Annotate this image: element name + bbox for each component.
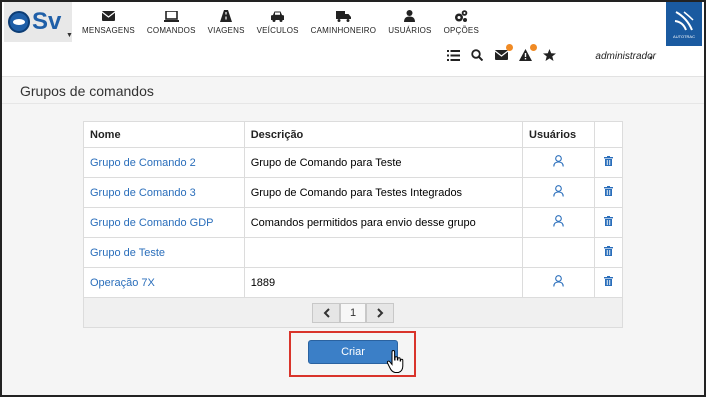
logo-caret-icon: ▼ <box>66 32 73 39</box>
trash-icon[interactable] <box>603 216 613 226</box>
notification-badge <box>530 44 537 51</box>
group-name-link[interactable]: Grupo de Teste <box>83 237 245 268</box>
command-groups-table: Nome Descrição Usuários Grupo de Comando… <box>83 121 624 298</box>
trash-icon[interactable] <box>603 186 613 196</box>
laptop-icon <box>163 9 179 23</box>
delete-cell <box>593 267 624 298</box>
delete-cell <box>593 237 624 268</box>
trash-icon[interactable] <box>603 246 613 256</box>
nav-label: VEÍCULOS <box>256 26 299 35</box>
users-cell <box>522 267 595 298</box>
main-nav: MENSAGENS COMANDOS VIAGENS VEÍCULOS CAMI… <box>76 2 485 42</box>
road-icon <box>220 9 233 23</box>
star-icon[interactable] <box>542 48 556 62</box>
create-button[interactable]: Criar <box>308 340 398 364</box>
nav-label: MENSAGENS <box>82 26 135 35</box>
nav-label: OPÇÕES <box>443 26 480 35</box>
column-header-name[interactable]: Nome <box>83 121 245 148</box>
group-description: 1889 <box>243 267 524 298</box>
column-header-actions <box>593 121 624 148</box>
users-cell <box>522 147 595 178</box>
search-icon[interactable] <box>470 48 484 62</box>
nav-veiculos[interactable]: VEÍCULOS <box>251 2 305 42</box>
group-description: Grupo de Comando para Teste <box>243 147 524 178</box>
pagination: 1 <box>83 298 623 328</box>
nav-label: USUÁRIOS <box>388 26 432 35</box>
table-row: Grupo de Teste <box>83 237 624 268</box>
envelope-icon <box>101 9 115 23</box>
delete-cell <box>593 147 624 178</box>
column-header-users[interactable]: Usuários <box>522 121 595 148</box>
users-icon[interactable] <box>553 215 564 227</box>
users-cell <box>522 177 595 208</box>
nav-usuarios[interactable]: USUÁRIOS <box>382 2 437 42</box>
nav-opcoes[interactable]: OPÇÕES <box>438 2 485 42</box>
messages-icon[interactable] <box>494 44 513 62</box>
user-icon <box>404 9 416 23</box>
group-description: Grupo de Comando para Testes Integrados <box>243 177 524 208</box>
group-description: Comandos permitidos para envio desse gru… <box>243 207 524 238</box>
users-icon[interactable] <box>553 185 564 197</box>
hand-cursor-icon <box>386 350 404 373</box>
command-groups-table-container: Nome Descrição Usuários Grupo de Comando… <box>83 121 624 328</box>
logo-eye-icon <box>8 11 30 33</box>
chevron-left-icon <box>323 307 330 318</box>
page-header: Grupos de comandos <box>2 76 704 104</box>
notification-badge <box>506 44 513 51</box>
page-title: Grupos de comandos <box>20 83 154 99</box>
brand-logo: AUTOTRAC <box>666 2 702 46</box>
user-menu[interactable]: administrador <box>595 51 656 62</box>
users-cell <box>522 237 595 268</box>
delete-cell <box>593 207 624 238</box>
gears-icon <box>454 9 468 23</box>
brand-text: AUTOTRAC <box>673 33 695 39</box>
users-icon[interactable] <box>553 275 564 287</box>
pagination-prev-button[interactable] <box>312 302 340 323</box>
alert-icon[interactable] <box>518 44 537 62</box>
logo-text: Sv <box>32 8 62 35</box>
table-header-row: Nome Descrição Usuários <box>83 121 624 148</box>
pagination-page-1[interactable]: 1 <box>340 302 366 323</box>
nav-comandos[interactable]: COMANDOS <box>141 2 202 42</box>
user-menu-caret-icon[interactable]: ▼ <box>648 56 654 62</box>
group-name-link[interactable]: Operação 7X <box>83 267 245 298</box>
trash-icon[interactable] <box>603 156 613 166</box>
autotrac-logo-icon <box>674 10 694 30</box>
car-icon <box>270 9 285 23</box>
delete-cell <box>593 177 624 208</box>
trash-icon[interactable] <box>603 276 613 286</box>
truck-icon <box>335 9 351 23</box>
nav-label: VIAGENS <box>207 26 245 35</box>
users-icon[interactable] <box>553 155 564 167</box>
users-cell <box>522 207 595 238</box>
nav-mensagens[interactable]: MENSAGENS <box>76 2 141 42</box>
table-row: Operação 7X 1889 <box>83 267 624 298</box>
nav-label: CAMINHONEIRO <box>310 26 377 35</box>
top-navbar: Sv ▼ MENSAGENS COMANDOS VIAGENS VEÍCULOS… <box>2 2 704 46</box>
column-header-description[interactable]: Descrição <box>243 121 524 148</box>
nav-caminhoneiro[interactable]: CAMINHONEIRO <box>305 2 383 42</box>
table-row: Grupo de Comando 2 Grupo de Comando para… <box>83 147 624 178</box>
app-logo[interactable]: Sv ▼ <box>4 2 73 42</box>
chevron-right-icon <box>376 307 383 318</box>
group-description <box>243 237 524 268</box>
table-row: Grupo de Comando GDP Comandos permitidos… <box>83 207 624 238</box>
table-row: Grupo de Comando 3 Grupo de Comando para… <box>83 177 624 208</box>
pagination-next-button[interactable] <box>366 302 394 323</box>
toolbar-icons <box>446 44 556 62</box>
group-name-link[interactable]: Grupo de Comando GDP <box>83 207 245 238</box>
group-name-link[interactable]: Grupo de Comando 2 <box>83 147 245 178</box>
list-icon[interactable] <box>446 48 460 62</box>
group-name-link[interactable]: Grupo de Comando 3 <box>83 177 245 208</box>
secondary-toolbar: administrador ▼ <box>2 42 704 70</box>
nav-label: COMANDOS <box>146 26 196 35</box>
nav-viagens[interactable]: VIAGENS <box>202 2 251 42</box>
